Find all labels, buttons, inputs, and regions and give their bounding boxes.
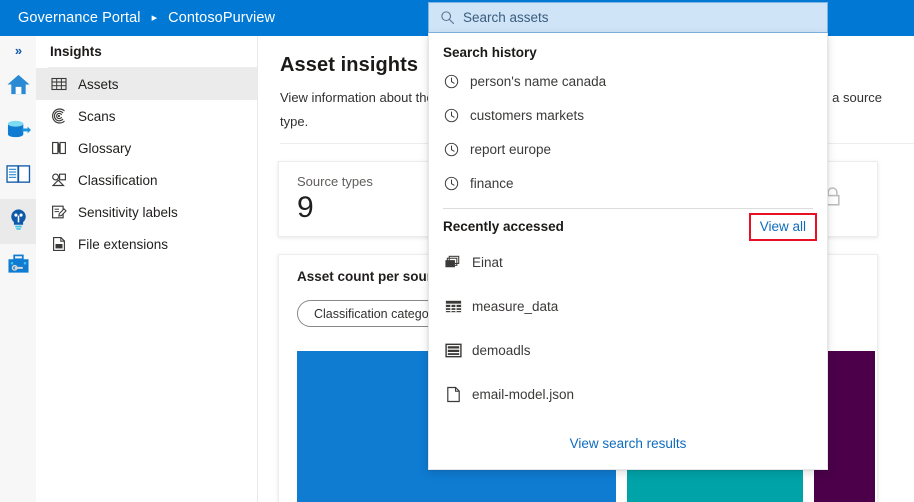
sidebar-item-scans[interactable]: Scans [36, 100, 257, 132]
sidebar-item-label: Scans [78, 109, 116, 124]
recent-item[interactable]: email-model.json [429, 372, 827, 416]
rail-item-glossary[interactable] [0, 154, 36, 199]
recently-accessed-header: Recently accessed View all [429, 209, 827, 234]
insights-sidebar: Insights Assets [36, 36, 258, 502]
search-history-title: Search history [429, 33, 827, 60]
data-source-icon [6, 118, 31, 146]
rail-item-management[interactable] [0, 244, 36, 289]
rail-item-insights[interactable] [0, 199, 36, 244]
search-placeholder: Search assets [463, 10, 549, 25]
rail-item-data-sources[interactable] [0, 109, 36, 154]
sidebar-item-label: Classification [78, 173, 158, 188]
clock-icon [443, 107, 459, 123]
search-history-item[interactable]: report europe [429, 132, 827, 166]
sidebar-item-label: File extensions [78, 237, 168, 252]
book-icon [6, 164, 31, 190]
recent-item-label: measure_data [472, 299, 558, 314]
recently-accessed-title: Recently accessed [443, 219, 564, 234]
sidebar-item-label: Glossary [78, 141, 131, 156]
clock-icon [443, 141, 459, 157]
home-icon [6, 73, 31, 101]
recent-item[interactable]: Einat [429, 240, 827, 284]
clock-icon [443, 73, 459, 89]
radar-icon [50, 108, 67, 125]
breadcrumb-item-contosopurview[interactable]: ContosoPurview [168, 10, 275, 26]
file-icon [443, 384, 463, 404]
sidebar-item-sensitivity-labels[interactable]: Sensitivity labels [36, 196, 257, 228]
search-history-item-label: customers markets [470, 108, 584, 123]
recent-item-label: Einat [472, 255, 503, 270]
recent-item[interactable]: measure_data [429, 284, 827, 328]
sidebar-item-glossary[interactable]: Glossary [36, 132, 257, 164]
file-extension-icon [50, 236, 67, 253]
sidebar-item-classification[interactable]: Classification [36, 164, 257, 196]
search-history-item-label: finance [470, 176, 514, 191]
sidebar-item-label: Assets [78, 77, 119, 92]
sidebar-header: Insights [48, 36, 257, 68]
app-window: Governance Portal ▸ ContosoPurview Searc… [0, 0, 914, 502]
recent-item[interactable]: demoadls [429, 328, 827, 372]
book-open-icon [50, 140, 67, 157]
flyout-footer: View search results [429, 417, 827, 469]
left-icon-rail: » [0, 36, 36, 502]
lightbulb-icon [7, 208, 30, 236]
sidebar-item-file-extensions[interactable]: File extensions [36, 228, 257, 260]
search-icon [440, 10, 455, 25]
storage-icon [443, 340, 463, 360]
table-icon [443, 296, 463, 316]
classification-icon [50, 172, 67, 189]
label-pen-icon [50, 204, 67, 221]
clock-icon [443, 175, 459, 191]
breadcrumb: Governance Portal ▸ ContosoPurview [0, 10, 275, 26]
recent-item-label: email-model.json [472, 387, 574, 402]
recently-accessed-list: Einat measure_data [429, 234, 827, 416]
search-history-item-label: report europe [470, 142, 551, 157]
sidebar-nav-list: Assets Scans [36, 68, 257, 260]
breadcrumb-item-governance-portal[interactable]: Governance Portal [18, 10, 141, 26]
search-suggestions-flyout: Search history person's name canada [428, 33, 828, 470]
search-history-list: person's name canada customers markets [429, 60, 827, 200]
search-history-item-label: person's name canada [470, 74, 606, 89]
sidebar-item-assets[interactable]: Assets [36, 68, 257, 100]
search-input[interactable]: Search assets [428, 2, 828, 33]
toolbox-icon [7, 254, 30, 280]
view-all-highlight: View all [749, 213, 817, 241]
view-search-results-link[interactable]: View search results [570, 436, 687, 451]
recent-item-label: demoadls [472, 343, 531, 358]
expand-nav-button[interactable]: » [0, 36, 36, 64]
search-history-item[interactable]: finance [429, 166, 827, 200]
sidebar-item-label: Sensitivity labels [78, 205, 178, 220]
table-icon [50, 76, 67, 93]
view-all-link[interactable]: View all [760, 219, 806, 234]
resource-set-icon [443, 252, 463, 272]
search-history-item[interactable]: person's name canada [429, 64, 827, 98]
breadcrumb-separator-icon: ▸ [152, 13, 158, 24]
rail-item-home[interactable] [0, 64, 36, 109]
search-history-item[interactable]: customers markets [429, 98, 827, 132]
